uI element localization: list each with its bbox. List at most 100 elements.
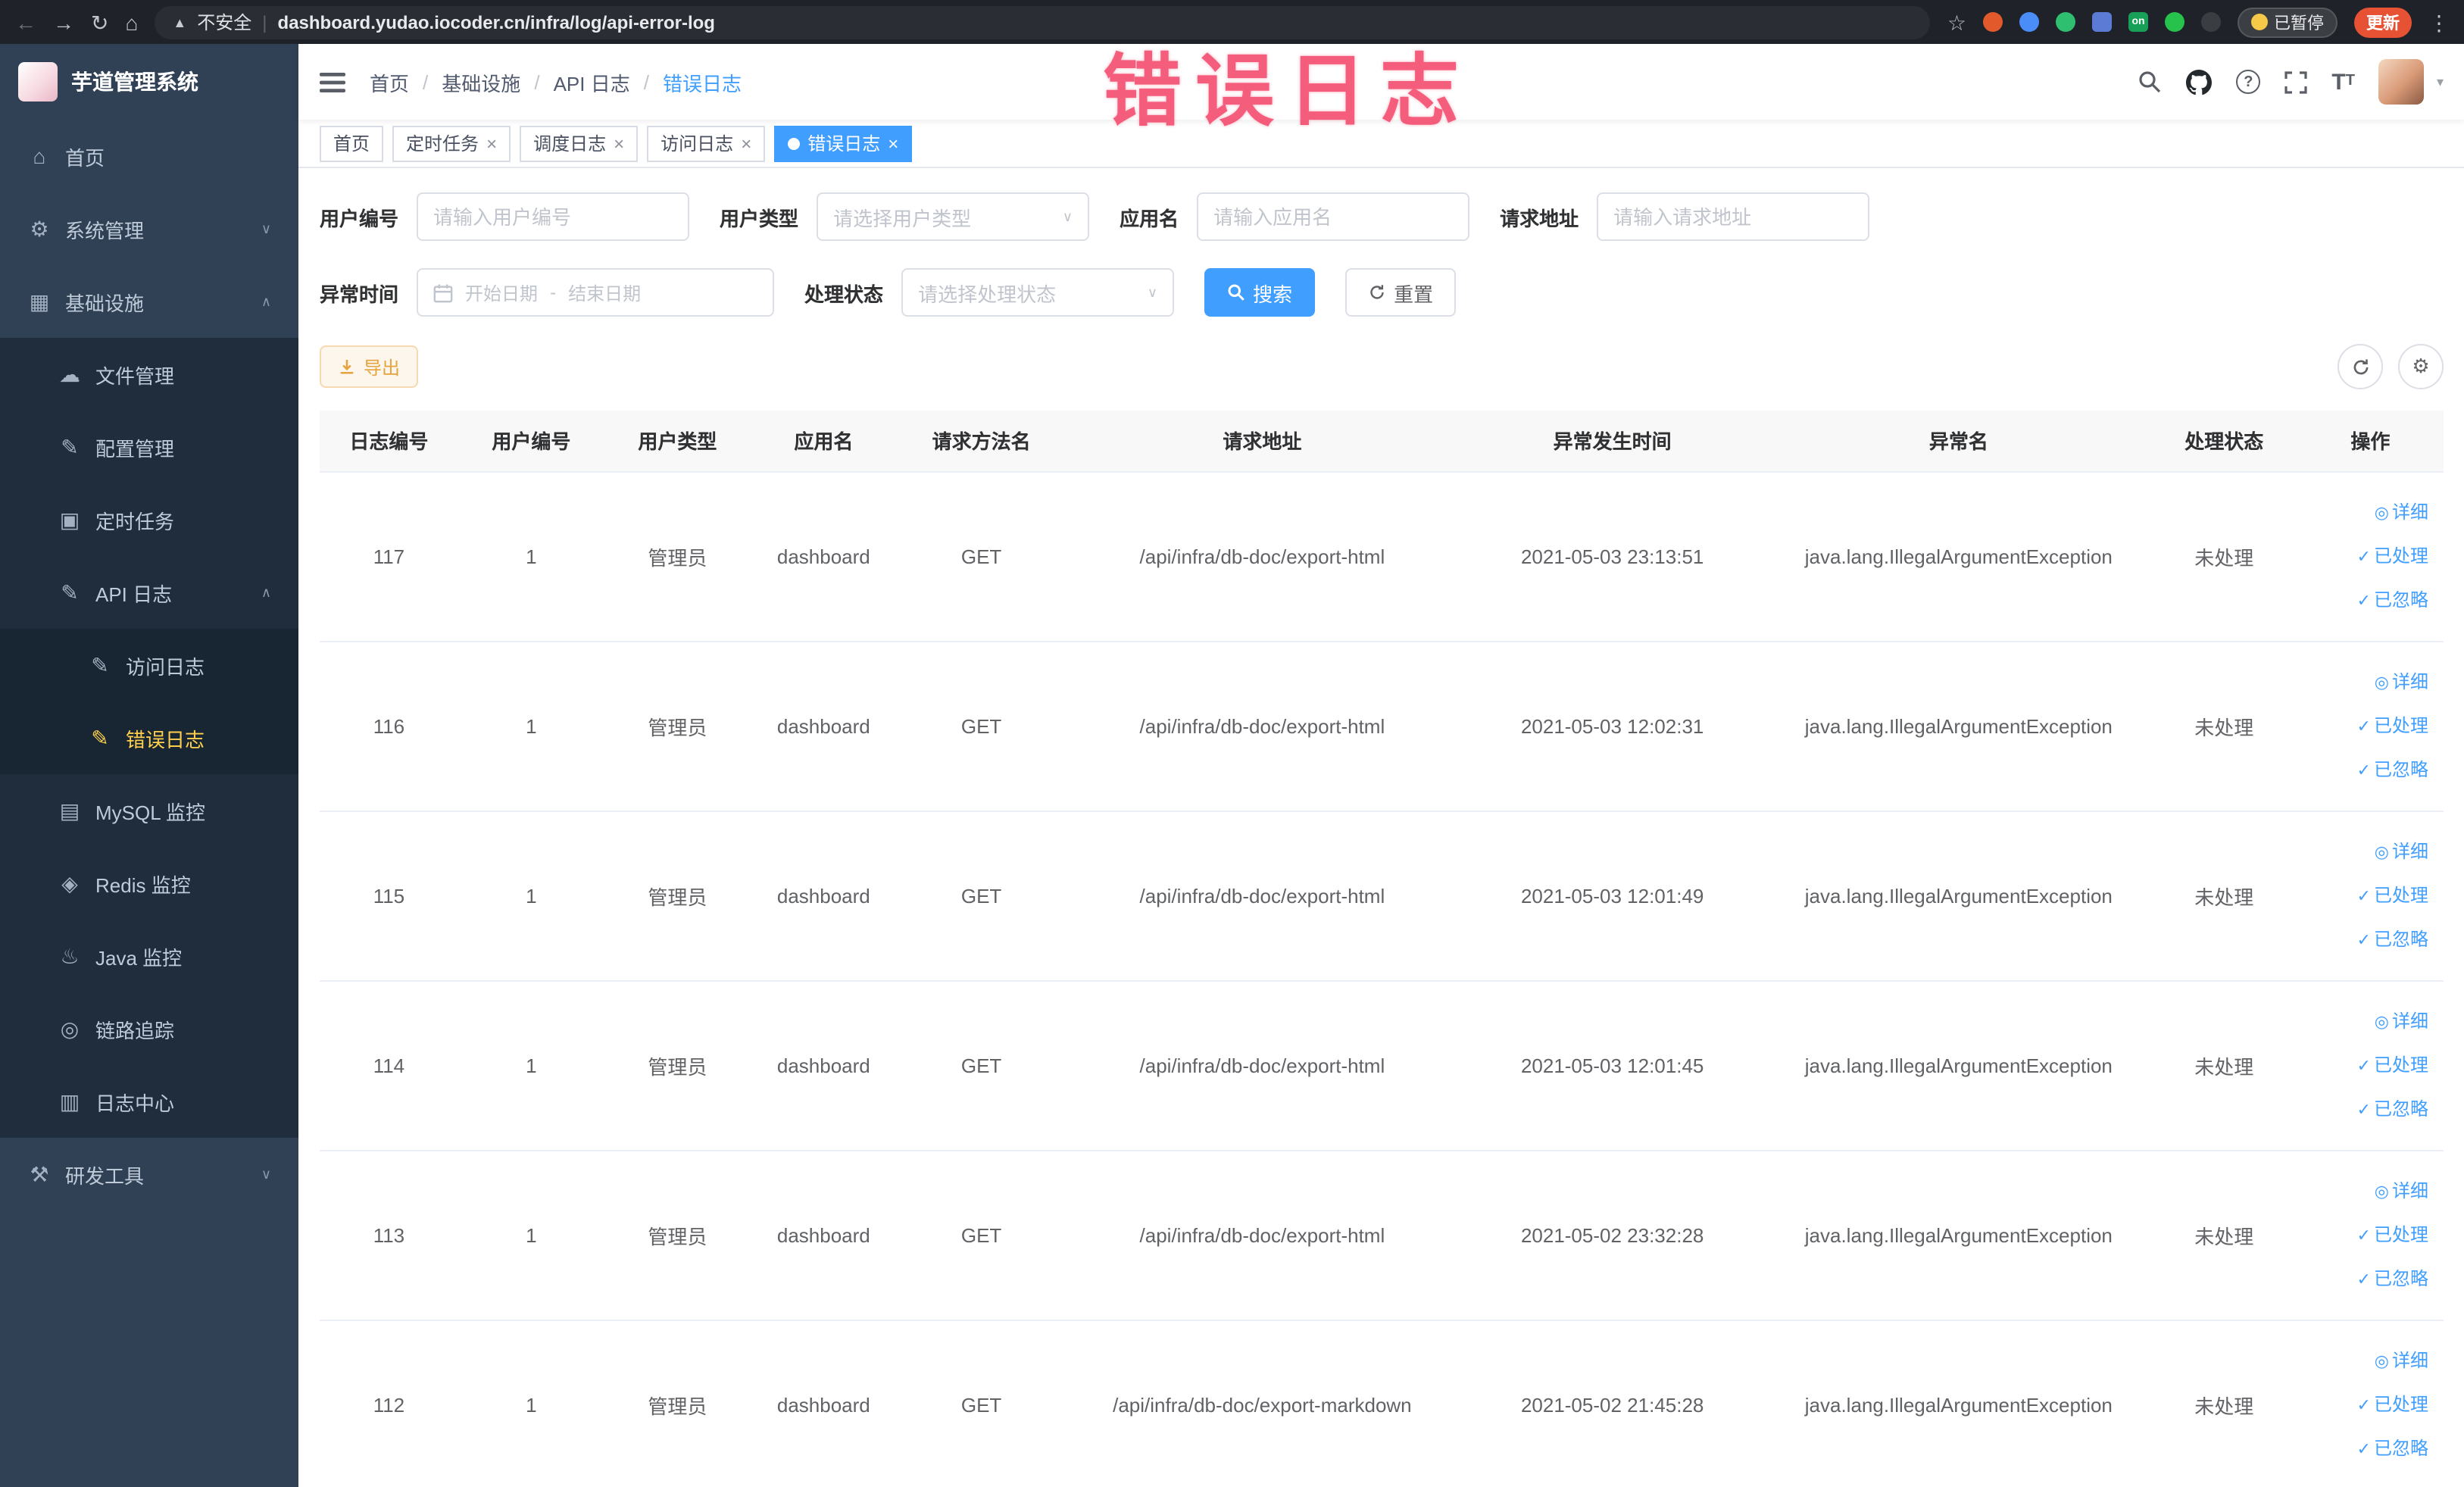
extension-icon[interactable] [2056, 12, 2075, 32]
sidebar-item-home[interactable]: ⌂ 首页 [0, 120, 298, 192]
detail-link[interactable]: ◎ 详细 [2306, 1169, 2428, 1213]
browser-menu-icon[interactable]: ⋮ [2428, 11, 2450, 33]
filter-request-url: 请求地址 [1500, 192, 1870, 241]
sidebar-item-system-mgmt[interactable]: ⚙ 系统管理 ∨ [0, 192, 298, 265]
detail-link[interactable]: ◎ 详细 [2306, 490, 2428, 534]
extension-icon[interactable] [2092, 12, 2112, 32]
request-url-input[interactable] [1597, 192, 1870, 241]
paused-badge[interactable]: 已暂停 [2238, 7, 2338, 37]
font-size-icon[interactable]: TT [2331, 70, 2355, 93]
mark-ignored-link[interactable]: ✓ 已忽略 [2306, 748, 2428, 792]
detail-link[interactable]: ◎ 详细 [2306, 829, 2428, 873]
cell-user-id: 1 [458, 1320, 604, 1487]
sidebar-item-trace[interactable]: ◎ 链路追踪 [0, 992, 298, 1065]
close-icon[interactable]: × [486, 134, 497, 152]
process-status-select[interactable]: 请选择处理状态 ∨ [901, 268, 1175, 317]
mark-processed-link[interactable]: ✓ 已处理 [2306, 534, 2428, 578]
github-icon[interactable] [2186, 69, 2213, 95]
mark-processed-link[interactable]: ✓ 已处理 [2306, 873, 2428, 917]
breadcrumb-item[interactable]: 首页 [370, 67, 409, 96]
extension-icon[interactable] [2165, 12, 2184, 32]
detail-link[interactable]: ◎ 详细 [2306, 1339, 2428, 1382]
user-avatar[interactable] [2378, 59, 2425, 105]
hamburger-icon[interactable] [320, 70, 345, 93]
update-button[interactable]: 更新 [2354, 7, 2412, 37]
address-bar[interactable]: ▲ 不安全 | dashboard.yudao.iocoder.cn/infra… [155, 5, 1931, 39]
detail-link[interactable]: ◎ 详细 [2306, 660, 2428, 704]
app-name-input[interactable] [1197, 192, 1470, 241]
tag-error-log[interactable]: 错误日志 × [774, 125, 913, 161]
bookmark-star-icon[interactable]: ☆ [1947, 11, 1966, 33]
cell-status: 未处理 [2150, 980, 2297, 1151]
browser-toolbar: ← → ↻ ⌂ ▲ 不安全 | dashboard.yudao.iocoder.… [0, 0, 2464, 44]
refresh-table-button[interactable] [2338, 344, 2383, 389]
forward-icon[interactable]: → [53, 11, 74, 33]
tag-access-log[interactable]: 访问日志 × [647, 125, 766, 161]
mark-ignored-link[interactable]: ✓ 已忽略 [2306, 1087, 2428, 1131]
avatar-caret-icon[interactable]: ▾ [2437, 73, 2444, 90]
mark-ignored-link[interactable]: ✓ 已忽略 [2306, 917, 2428, 961]
sidebar-item-label: 错误日志 [126, 728, 205, 751]
tag-dispatch-log[interactable]: 调度日志 × [520, 125, 639, 161]
user-id-input[interactable] [417, 192, 690, 241]
sidebar-item-infrastructure[interactable]: ▦ 基础设施 ∧ [0, 265, 298, 338]
sidebar-item-mysql-monitor[interactable]: ▤ MySQL 监控 [0, 774, 298, 847]
extension-icon[interactable] [2201, 12, 2221, 32]
extension-on-icon[interactable]: on [2128, 12, 2148, 32]
date-range-picker[interactable]: 开始日期 - 结束日期 [417, 268, 775, 317]
reset-button[interactable]: 重置 [1345, 268, 1457, 317]
breadcrumb-separator: / [643, 70, 649, 93]
app-window: 芋道管理系统 ⌂ 首页 ⚙ 系统管理 ∨ ▦ 基础设施 ∧ ☁ 文件管理 ✎ 配… [0, 44, 2464, 1487]
sidebar-item-scheduled-tasks[interactable]: ▣ 定时任务 [0, 483, 298, 556]
check-icon: ✓ [2356, 1396, 2371, 1414]
cell-app-name: dashboard [750, 1320, 897, 1487]
sidebar-item-error-log[interactable]: ✎ 错误日志 [0, 701, 298, 774]
col-user-id: 用户编号 [458, 411, 604, 472]
reload-icon[interactable]: ↻ [91, 11, 108, 33]
help-icon[interactable]: ? [2236, 70, 2261, 94]
breadcrumb-item[interactable]: API 日志 [554, 67, 630, 96]
sidebar-item-label: 系统管理 [65, 219, 145, 242]
action-label: 详细 [2391, 1179, 2428, 1201]
sidebar-item-config-mgmt[interactable]: ✎ 配置管理 [0, 411, 298, 483]
app-logo[interactable]: 芋道管理系统 [0, 44, 298, 120]
mark-ignored-link[interactable]: ✓ 已忽略 [2306, 1426, 2428, 1470]
mark-processed-link[interactable]: ✓ 已处理 [2306, 704, 2428, 748]
mark-processed-link[interactable]: ✓ 已处理 [2306, 1043, 2428, 1087]
tag-scheduled-tasks[interactable]: 定时任务 × [392, 125, 511, 161]
mark-processed-link[interactable]: ✓ 已处理 [2306, 1213, 2428, 1257]
column-settings-button[interactable]: ⚙ [2398, 344, 2444, 389]
back-icon[interactable]: ← [15, 11, 36, 33]
browser-home-icon[interactable]: ⌂ [125, 11, 138, 33]
breadcrumb-separator: / [423, 70, 429, 93]
sidebar-item-dev-tools[interactable]: ⚒ 研发工具 ∨ [0, 1138, 298, 1211]
action-label: 已忽略 [2373, 928, 2428, 949]
mark-processed-link[interactable]: ✓ 已处理 [2306, 1382, 2428, 1426]
detail-link[interactable]: ◎ 详细 [2306, 999, 2428, 1043]
sidebar-item-api-log[interactable]: ✎ API 日志 ∧ [0, 556, 298, 629]
mark-ignored-link[interactable]: ✓ 已忽略 [2306, 578, 2428, 622]
sidebar-item-java-monitor[interactable]: ♨ Java 监控 [0, 920, 298, 992]
cell-exception-name: java.lang.IllegalArgumentException [1766, 811, 2151, 981]
cell-actions: ◎ 详细 ✓ 已处理 ✓ 已忽略 [2297, 1150, 2444, 1320]
sidebar-item-redis-monitor[interactable]: ◈ Redis 监控 [0, 847, 298, 920]
cell-exception-name: java.lang.IllegalArgumentException [1766, 1150, 2151, 1320]
breadcrumb-item[interactable]: 基础设施 [442, 67, 520, 96]
close-icon[interactable]: × [888, 134, 898, 152]
calendar-icon [433, 283, 453, 302]
close-icon[interactable]: × [741, 134, 751, 152]
fullscreen-icon[interactable] [2284, 70, 2307, 93]
user-type-select[interactable]: 请选择用户类型 ∨ [817, 192, 1090, 241]
tag-home[interactable]: 首页 [320, 125, 384, 161]
extension-icon[interactable] [2019, 12, 2039, 32]
filter-user-id: 用户编号 [320, 192, 690, 241]
sidebar-item-file-mgmt[interactable]: ☁ 文件管理 [0, 338, 298, 411]
search-button[interactable]: 搜索 [1204, 268, 1316, 317]
sidebar-item-access-log[interactable]: ✎ 访问日志 [0, 629, 298, 701]
close-icon[interactable]: × [614, 134, 624, 152]
export-button[interactable]: 导出 [320, 345, 419, 388]
extension-icon[interactable] [1983, 12, 2003, 32]
mark-ignored-link[interactable]: ✓ 已忽略 [2306, 1257, 2428, 1301]
search-icon[interactable] [2138, 70, 2162, 94]
sidebar-item-log-center[interactable]: ▥ 日志中心 [0, 1065, 298, 1138]
